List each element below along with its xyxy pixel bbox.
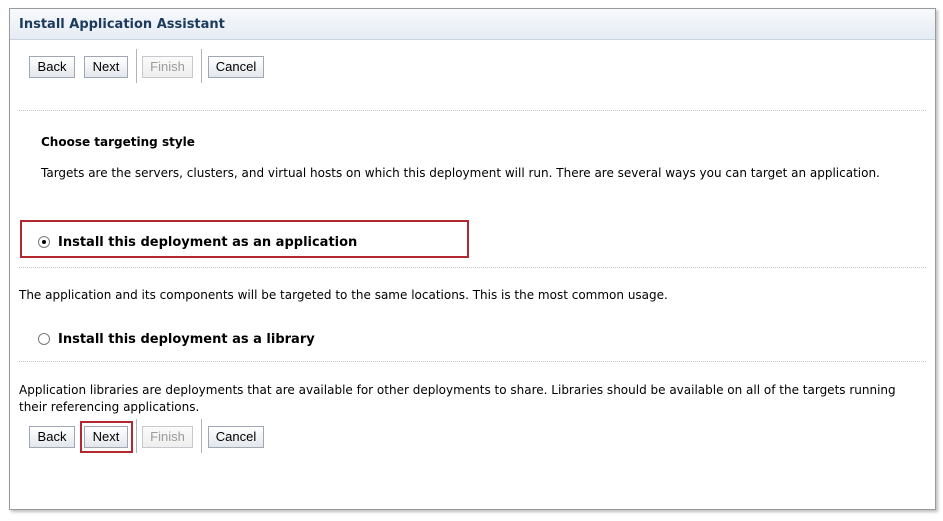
toolbar-separator [201,419,202,453]
radio-unselected-icon[interactable] [38,333,50,345]
section-description: Targets are the servers, clusters, and v… [41,166,880,180]
finish-button[interactable]: Finish [142,56,193,78]
back-button[interactable]: Back [29,56,75,78]
section-heading: Choose targeting style [41,135,195,149]
page-title: Install Application Assistant [19,17,225,32]
option-application-description: The application and its components will … [19,288,668,302]
toolbar-separator [201,49,202,83]
cancel-button[interactable]: Cancel [208,426,264,448]
divider [19,110,926,111]
divider [19,361,926,362]
finish-button[interactable]: Finish [142,426,193,448]
next-button[interactable]: Next [84,426,128,448]
back-button[interactable]: Back [29,426,75,448]
install-assistant-panel: Install Application Assistant Back Next … [9,8,936,510]
toolbar-separator [136,419,137,453]
next-button[interactable]: Next [84,56,128,78]
option-library-description: Application libraries are deployments th… [19,383,896,414]
option-library-label: Install this deployment as a library [58,332,315,347]
cancel-button[interactable]: Cancel [208,56,264,78]
title-bar: Install Application Assistant [10,9,935,40]
option-application-label: Install this deployment as an applicatio… [58,235,358,250]
toolbar-separator [136,49,137,83]
divider [19,267,926,268]
radio-selected-icon[interactable] [38,236,50,248]
